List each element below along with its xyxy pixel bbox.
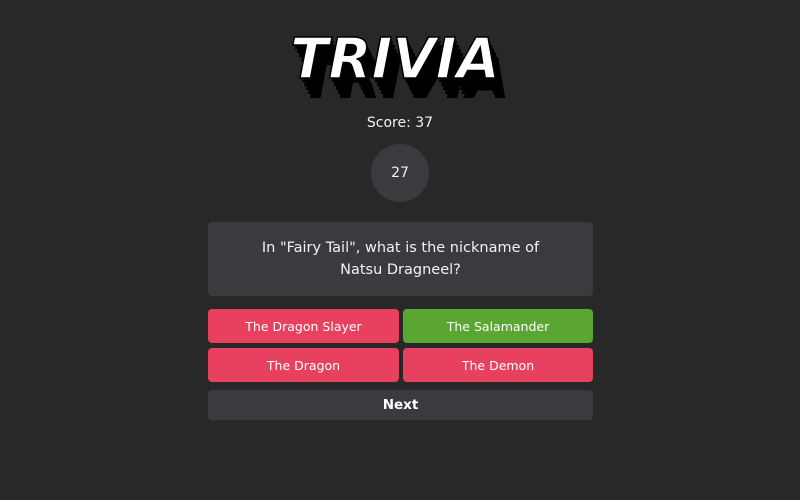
next-button[interactable]: Next bbox=[208, 390, 593, 420]
trivia-app: TRIVIA TRIVIA TRIVIA TRIVIA TRIVIA TRIVI… bbox=[0, 0, 800, 500]
trivia-logo: TRIVIA TRIVIA TRIVIA TRIVIA TRIVIA TRIVI… bbox=[0, 22, 800, 106]
answer-button-2[interactable]: The Salamander bbox=[403, 309, 593, 343]
question-card: In "Fairy Tail", what is the nickname of… bbox=[208, 222, 593, 296]
timer-value: 27 bbox=[391, 165, 409, 181]
countdown-timer: 27 bbox=[371, 144, 429, 202]
answer-button-4[interactable]: The Demon bbox=[403, 348, 593, 382]
answer-button-1[interactable]: The Dragon Slayer bbox=[208, 309, 399, 343]
score-label: Score: 37 bbox=[366, 115, 434, 131]
svg-text:TRIVIA: TRIVIA bbox=[290, 27, 500, 92]
question-text: In "Fairy Tail", what is the nickname of… bbox=[261, 240, 540, 278]
answer-button-3[interactable]: The Dragon bbox=[208, 348, 399, 382]
answer-grid: The Dragon Slayer The Salamander The Dra… bbox=[208, 309, 593, 382]
trivia-logo-graphic: TRIVIA TRIVIA TRIVIA TRIVIA TRIVIA TRIVI… bbox=[289, 26, 509, 102]
